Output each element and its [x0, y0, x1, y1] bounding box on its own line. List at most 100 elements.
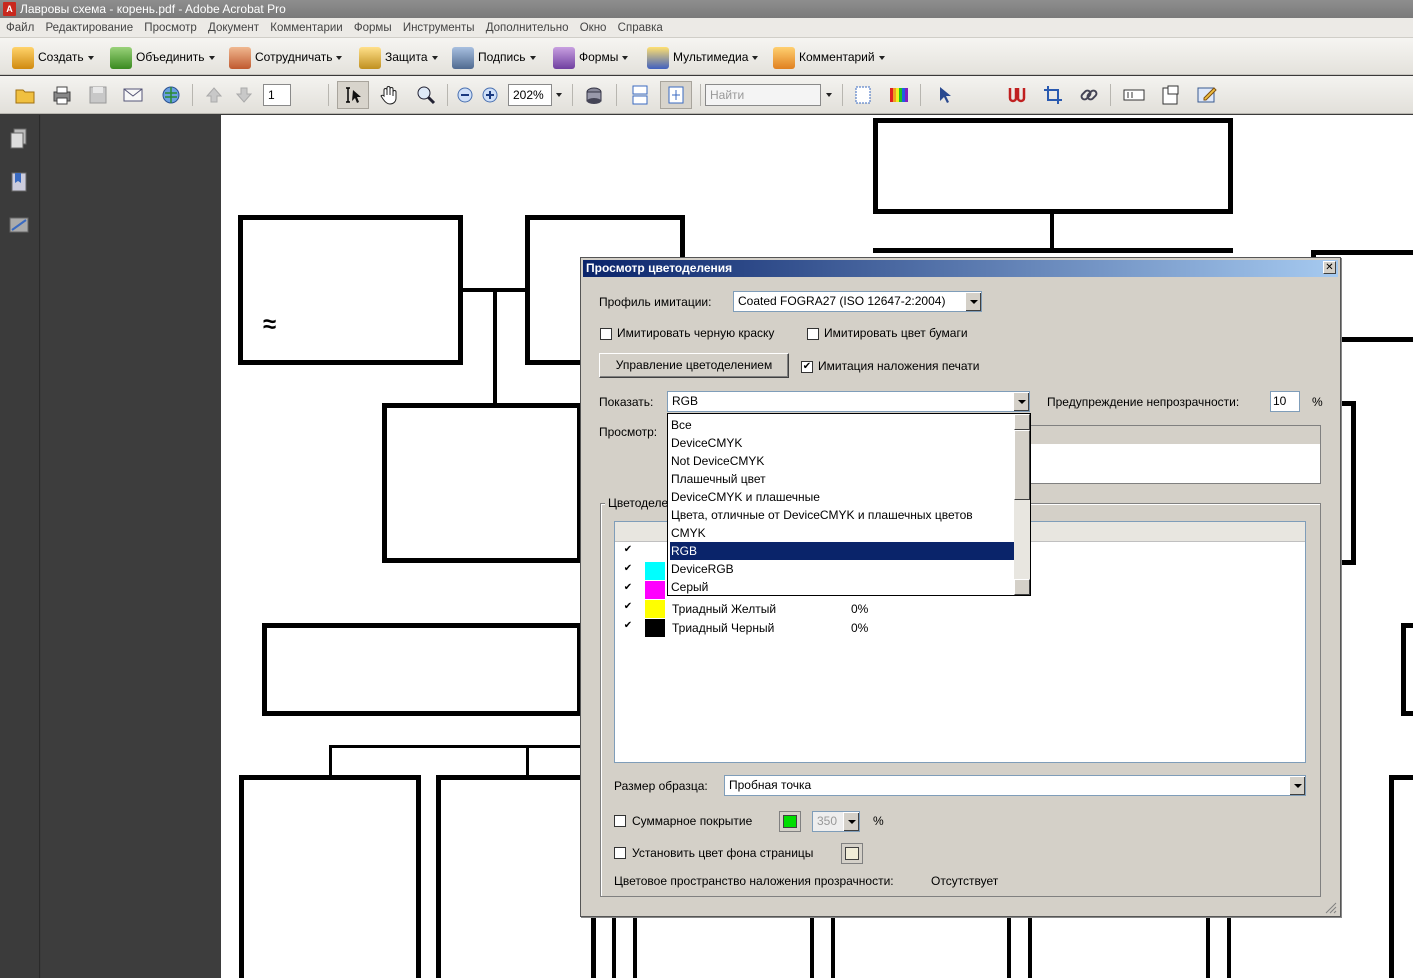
total-coverage-value: 350	[817, 814, 838, 828]
close-icon[interactable]: ✕	[1323, 261, 1336, 274]
opacity-warning-label: Предупреждение непрозрачности:	[1047, 395, 1240, 409]
zoom-marquee-icon[interactable]	[415, 84, 437, 106]
output-preview-icon[interactable]	[583, 84, 605, 106]
dialog-title-bar[interactable]: Просмотр цветоделения ✕	[583, 260, 1338, 277]
show-option[interactable]: Цвета, отличные от DeviceCMYK и плашечны…	[670, 506, 1014, 524]
separation-checkbox[interactable]: ✔	[622, 545, 634, 557]
show-option[interactable]: Плашечный цвет	[670, 470, 1014, 488]
open-folder-icon[interactable]	[14, 84, 36, 106]
total-coverage-checkbox[interactable]	[614, 815, 626, 827]
show-option[interactable]: Not DeviceCMYK	[670, 452, 1014, 470]
chevron-down-icon[interactable]	[1289, 776, 1305, 795]
zoom-level-input[interactable]: 202%	[508, 84, 552, 106]
diagram-connector	[1050, 214, 1054, 250]
show-option-selected[interactable]: RGB	[670, 542, 1014, 560]
page-number-input[interactable]: 1	[263, 84, 291, 106]
form-edit-icon[interactable]	[1196, 84, 1218, 106]
show-option[interactable]: CMYK	[670, 524, 1014, 542]
show-option[interactable]: DeviceCMYK и плашечные	[670, 488, 1014, 506]
comment-button[interactable]: Комментарий	[773, 44, 885, 70]
chevron-down-icon[interactable]	[843, 812, 859, 831]
page-bg-checkbox[interactable]	[614, 847, 626, 859]
resize-grip-icon[interactable]	[1325, 902, 1337, 914]
bookmarks-icon[interactable]	[9, 171, 29, 193]
forms-label: Формы	[579, 50, 619, 64]
combine-label: Объединить	[136, 50, 205, 64]
show-option[interactable]: Серый	[670, 578, 1014, 596]
opacity-warning-input[interactable]: 10	[1270, 391, 1300, 412]
show-dropdown-list[interactable]: Все DeviceCMYK Not DeviceCMYK Плашечный …	[667, 413, 1031, 596]
separation-name: Триадный Желтый	[672, 602, 777, 616]
menu-forms[interactable]: Формы	[348, 18, 392, 38]
show-option[interactable]: Все	[670, 416, 1014, 434]
print-icon[interactable]	[51, 84, 73, 106]
page-display-icon[interactable]	[852, 84, 874, 106]
link-icon[interactable]	[1078, 84, 1100, 106]
zoom-out-icon[interactable]	[454, 84, 476, 106]
menu-edit[interactable]: Редактирование	[39, 18, 133, 38]
next-page-icon[interactable]	[233, 84, 255, 106]
pages-thumbnail-icon[interactable]	[9, 128, 29, 150]
simulate-overprint-checkbox[interactable]: ✔	[801, 361, 813, 373]
create-button[interactable]: Создать	[12, 44, 94, 70]
ink-manager-button[interactable]: Управление цветоделением	[599, 353, 789, 378]
add-header-icon[interactable]	[1160, 84, 1182, 106]
menu-tools[interactable]: Инструменты	[397, 18, 475, 38]
menu-document[interactable]: Документ	[202, 18, 259, 38]
sample-size-select[interactable]: Пробная точка	[724, 775, 1306, 796]
separation-checkbox[interactable]: ✔	[622, 583, 634, 595]
hand-tool-icon[interactable]	[378, 84, 400, 106]
show-option[interactable]: DeviceCMYK	[670, 434, 1014, 452]
show-select[interactable]: RGB	[667, 391, 1030, 412]
secure-button[interactable]: Защита	[359, 44, 438, 70]
sign-button[interactable]: Подпись	[452, 44, 536, 70]
total-coverage-color-button[interactable]	[779, 811, 801, 832]
fit-page-icon[interactable]	[665, 84, 687, 106]
web-globe-icon[interactable]	[160, 84, 182, 106]
save-icon[interactable]	[87, 84, 109, 106]
diagram-connector	[329, 745, 582, 748]
crop-icon[interactable]	[1042, 84, 1064, 106]
separation-checkbox[interactable]: ✔	[622, 621, 634, 633]
text-field-icon[interactable]	[1123, 84, 1145, 106]
menu-help[interactable]: Справка	[612, 18, 663, 38]
object-select-icon[interactable]	[934, 84, 956, 106]
find-input[interactable]: Найти	[705, 84, 821, 106]
email-icon[interactable]	[122, 84, 144, 106]
total-coverage-input[interactable]: 350	[812, 811, 860, 832]
separation-checkbox[interactable]: ✔	[622, 564, 634, 576]
page-bg-color-button[interactable]	[841, 843, 863, 864]
zoom-in-icon[interactable]	[479, 84, 501, 106]
multimedia-button[interactable]: Мультимедиа	[647, 44, 759, 70]
scroll-down-icon[interactable]	[1014, 579, 1030, 595]
menu-view[interactable]: Просмотр	[138, 18, 197, 38]
zoom-dropdown-icon[interactable]	[556, 93, 562, 97]
simulation-profile-select[interactable]: Coated FOGRA27 (ISO 12647-2:2004)	[733, 291, 982, 312]
menu-bar: Файл Редактирование Просмотр Документ Ко…	[0, 18, 1413, 38]
color-spectrum-icon[interactable]	[888, 84, 910, 106]
chevron-down-icon[interactable]	[1013, 392, 1029, 411]
show-option[interactable]: DeviceRGB	[670, 560, 1014, 578]
scrolling-mode-icon[interactable]	[629, 84, 651, 106]
separation-checkbox[interactable]: ✔	[622, 602, 634, 614]
simulate-paper-color-checkbox[interactable]	[807, 328, 819, 340]
combine-button[interactable]: Объединить	[110, 44, 215, 70]
diagram-connector	[329, 745, 332, 777]
signatures-icon[interactable]	[9, 214, 29, 236]
scroll-up-icon[interactable]	[1014, 414, 1030, 430]
menu-file[interactable]: Файл	[0, 18, 34, 38]
collaborate-button[interactable]: Сотрудничать	[229, 44, 343, 70]
dropdown-scrollbar[interactable]	[1014, 414, 1030, 595]
chevron-down-icon[interactable]	[965, 292, 981, 311]
scrollbar-thumb[interactable]	[1014, 430, 1030, 500]
previous-page-icon[interactable]	[203, 84, 225, 106]
touchup-icon[interactable]	[1006, 84, 1028, 106]
separation-value: 0%	[851, 621, 869, 635]
menu-advanced[interactable]: Дополнительно	[480, 18, 569, 38]
menu-comments[interactable]: Комментарии	[264, 18, 342, 38]
menu-window[interactable]: Окно	[574, 18, 607, 38]
simulate-black-ink-checkbox[interactable]	[600, 328, 612, 340]
forms-button[interactable]: Формы	[553, 44, 629, 70]
select-text-icon[interactable]	[342, 84, 364, 106]
find-dropdown-icon[interactable]	[826, 93, 832, 97]
